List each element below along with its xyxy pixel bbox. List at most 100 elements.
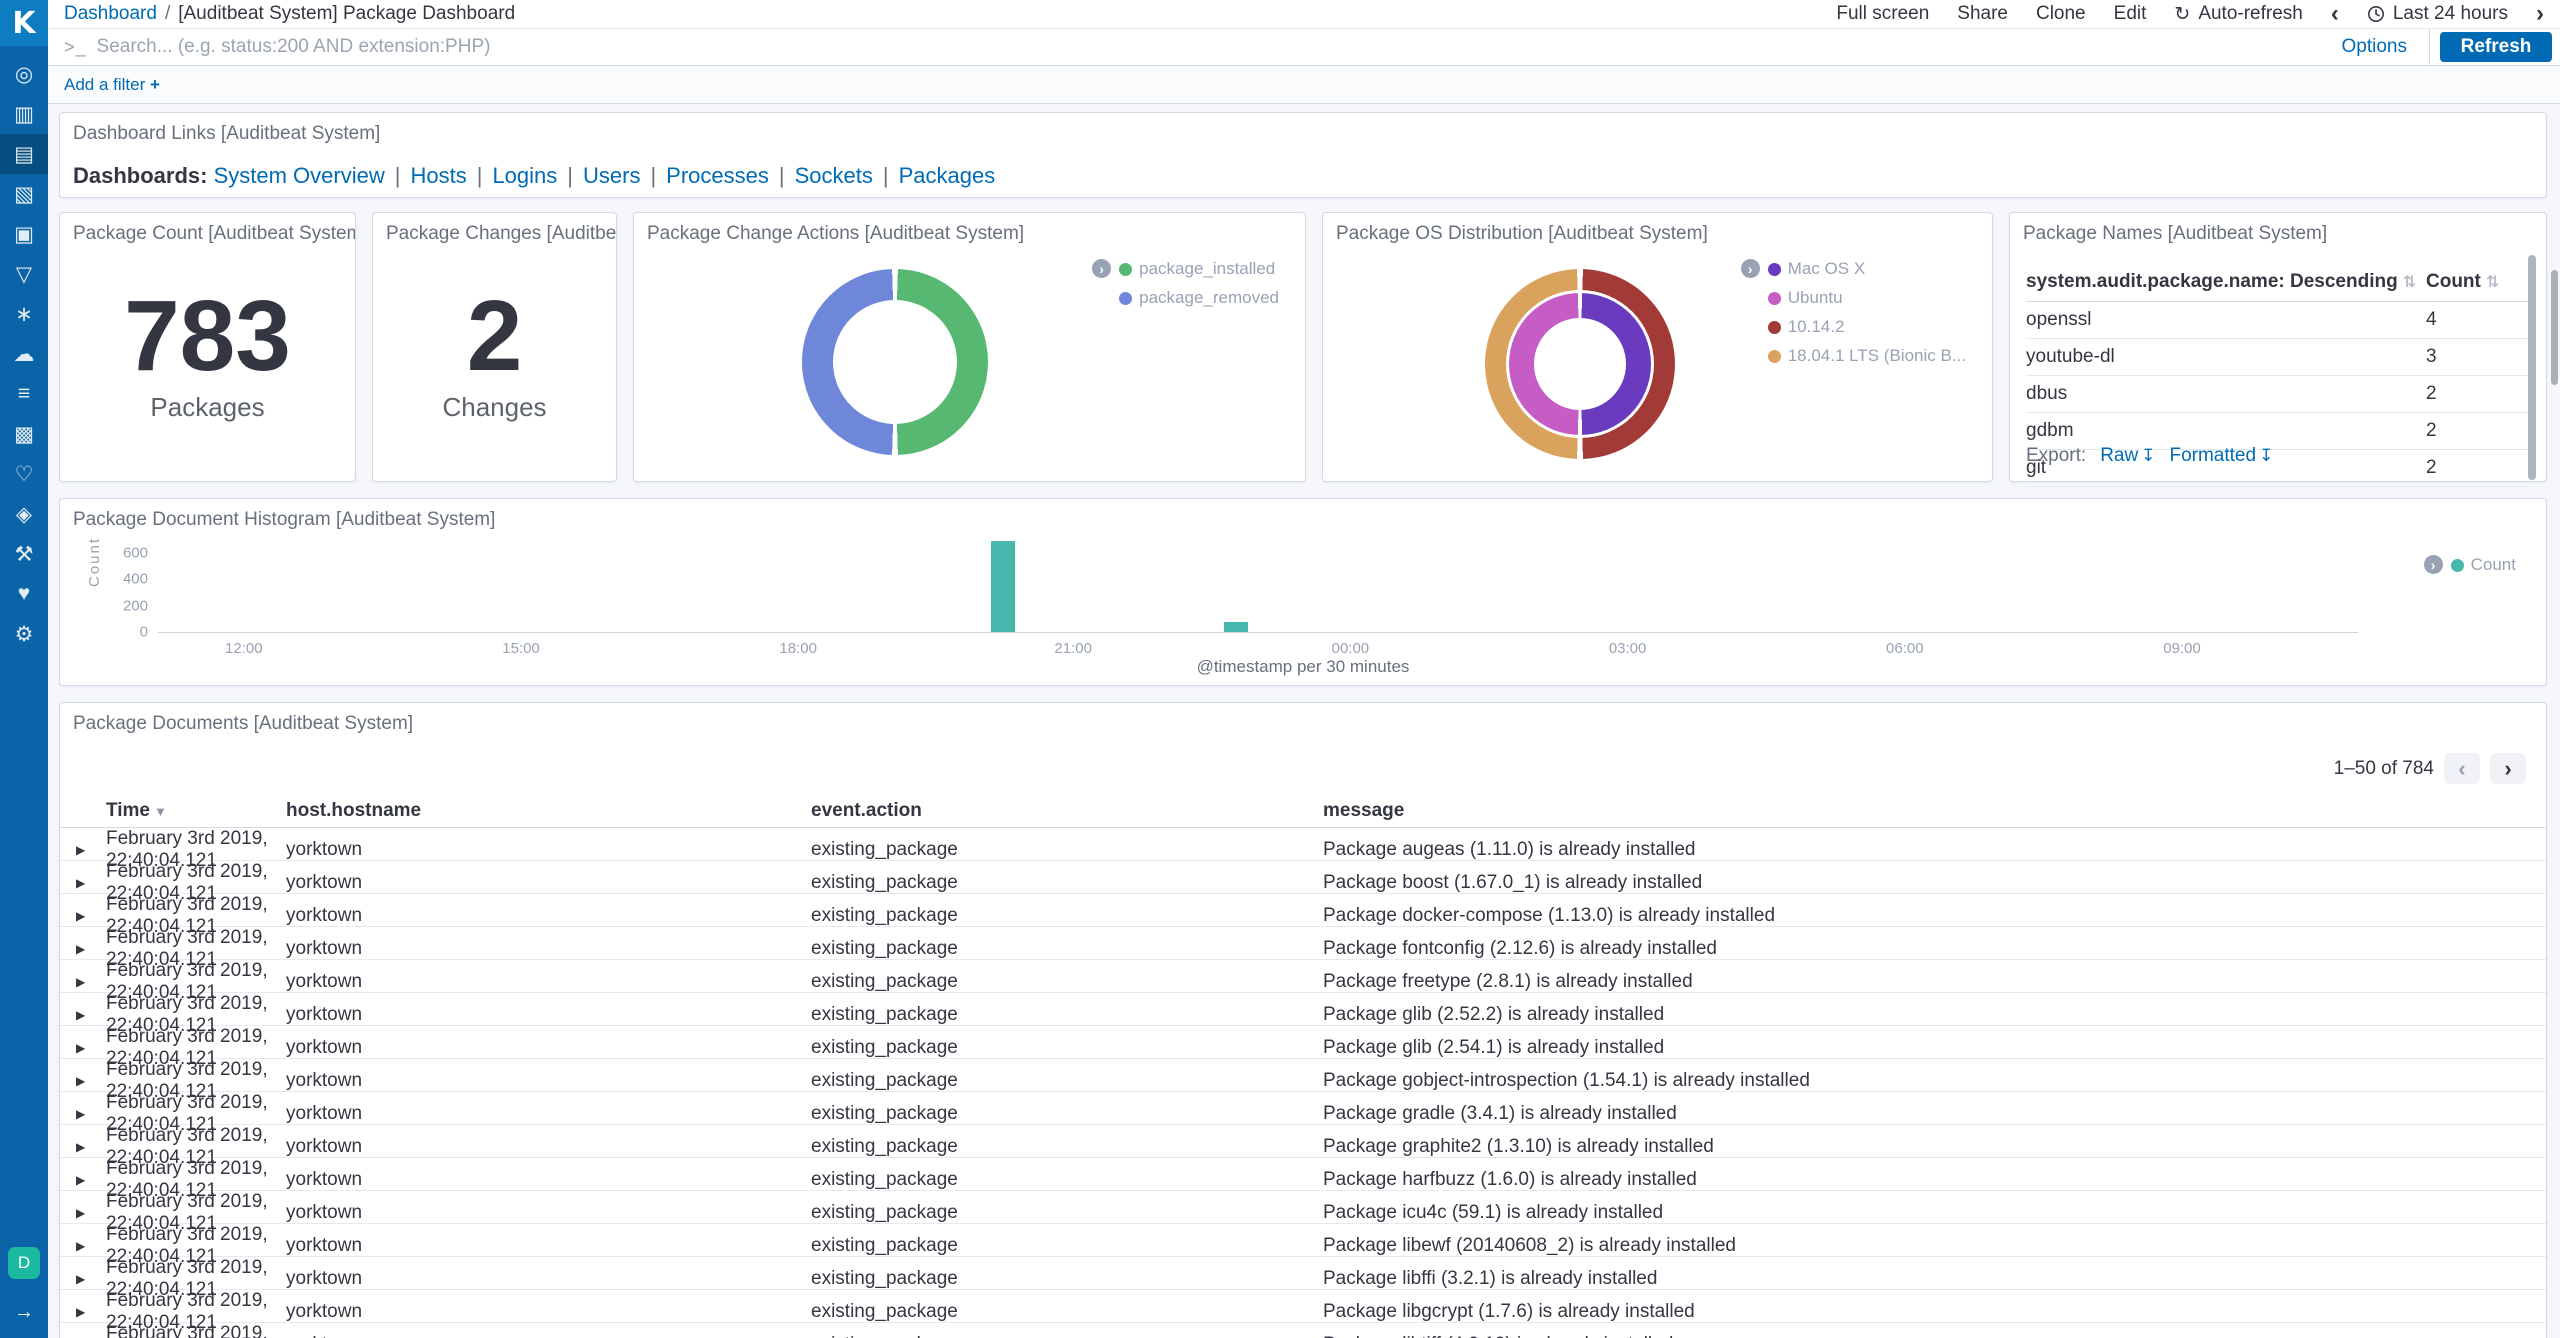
sidebar-item-apm[interactable]: ☁ xyxy=(0,334,48,374)
column-header-time[interactable]: Time▼ xyxy=(106,800,286,822)
package-name-row[interactable]: openssl4 xyxy=(2026,302,2530,339)
expand-row-icon[interactable]: ▶ xyxy=(70,942,106,956)
time-forward-button[interactable]: › xyxy=(2536,2,2544,26)
legend-item[interactable]: Mac OS X xyxy=(1768,259,1966,279)
document-row[interactable]: ▶February 3rd 2019, 22:40:04.121yorktown… xyxy=(60,1191,2546,1224)
next-page-button[interactable]: › xyxy=(2490,753,2526,784)
column-header-name[interactable]: system.audit.package.name: Descending⇅ xyxy=(2026,271,2426,293)
expand-row-icon[interactable]: ▶ xyxy=(70,1239,106,1253)
dashboard-link-logins[interactable]: Logins xyxy=(492,163,557,188)
query-options-link[interactable]: Options xyxy=(2320,36,2429,58)
sidebar-item-infrastructure[interactable]: ▩ xyxy=(0,414,48,454)
legend-toggle-icon[interactable]: › xyxy=(1741,259,1760,278)
dashboard-link-users[interactable]: Users xyxy=(583,163,640,188)
legend-item[interactable]: 18.04.1 LTS (Bionic B... xyxy=(1768,346,1966,366)
export-formatted-link[interactable]: Formatted↧ xyxy=(2169,445,2273,467)
expand-row-icon[interactable]: ▶ xyxy=(70,1206,106,1220)
expand-row-icon[interactable]: ▶ xyxy=(70,1107,106,1121)
package-name-row[interactable]: youtube-dl3 xyxy=(2026,339,2530,376)
menu-clone[interactable]: Clone xyxy=(2036,3,2086,25)
sidebar-item-uptime[interactable]: ♡ xyxy=(0,454,48,494)
expand-row-icon[interactable]: ▶ xyxy=(70,1074,106,1088)
sort-icon[interactable]: ⇅ xyxy=(2486,274,2499,291)
sidebar-item-dev-tools[interactable]: ⚒ xyxy=(0,534,48,574)
column-header-count[interactable]: Count⇅ xyxy=(2426,271,2516,293)
expand-row-icon[interactable]: ▶ xyxy=(70,1272,106,1286)
document-row[interactable]: ▶February 3rd 2019, 22:40:04.121yorktown… xyxy=(60,1026,2546,1059)
dashboard-link-system-overview[interactable]: System Overview xyxy=(214,163,385,188)
legend-item[interactable]: Ubuntu xyxy=(1768,288,1966,308)
package-name-row[interactable]: dbus2 xyxy=(2026,376,2530,413)
sidebar-item-monitoring[interactable]: ♥ xyxy=(0,574,48,614)
page-scrollbar[interactable] xyxy=(2551,270,2558,385)
document-row[interactable]: ▶February 3rd 2019, 22:40:04.121yorktown… xyxy=(60,993,2546,1026)
document-row[interactable]: ▶February 3rd 2019, 22:40:04.121yorktown… xyxy=(60,1224,2546,1257)
document-row[interactable]: ▶February 3rd 2019, 22:40:04.121yorktown… xyxy=(60,1092,2546,1125)
legend-item[interactable]: Count xyxy=(2451,555,2516,575)
export-raw-link[interactable]: Raw↧ xyxy=(2100,445,2155,467)
column-header-event-action[interactable]: event.action xyxy=(811,800,1323,822)
sidebar-item-dashboard[interactable]: ▤ xyxy=(0,134,48,174)
dashboard-link-processes[interactable]: Processes xyxy=(666,163,769,188)
sidebar-item-graph[interactable]: ∗ xyxy=(0,294,48,334)
menu-share[interactable]: Share xyxy=(1957,3,2008,25)
expand-row-icon[interactable]: ▶ xyxy=(70,1041,106,1055)
time-back-button[interactable]: ‹ xyxy=(2331,2,2339,26)
sidebar-collapse-icon[interactable]: → xyxy=(14,1301,34,1324)
refresh-button[interactable]: Refresh xyxy=(2440,32,2552,62)
expand-row-icon[interactable]: ▶ xyxy=(70,1140,106,1154)
sidebar-item-siem[interactable]: ◈ xyxy=(0,494,48,534)
document-row[interactable]: ▶February 3rd 2019, 22:40:04.121yorktown… xyxy=(60,1158,2546,1191)
space-badge[interactable]: D xyxy=(8,1247,40,1279)
sidebar-item-machine-learning[interactable]: ▽ xyxy=(0,254,48,294)
search-input[interactable] xyxy=(97,36,2320,58)
document-row[interactable]: ▶February 3rd 2019, 22:40:04.121yorktown… xyxy=(60,1323,2546,1338)
histogram-plot-area[interactable]: 020040060012:0015:0018:0021:0000:0003:00… xyxy=(158,541,2358,633)
kibana-logo[interactable]: K xyxy=(0,0,48,46)
legend-item[interactable]: package_installed xyxy=(1119,259,1279,279)
sidebar-item-logs[interactable]: ≡ xyxy=(0,374,48,414)
sidebar-item-canvas[interactable]: ▧ xyxy=(0,174,48,214)
dashboard-link-hosts[interactable]: Hosts xyxy=(410,163,466,188)
dashboard-link-packages[interactable]: Packages xyxy=(899,163,996,188)
sidebar-item-discover[interactable]: ◎ xyxy=(0,54,48,94)
sidebar-item-visualize[interactable]: ▥ xyxy=(0,94,48,134)
names-panel-scrollbar[interactable] xyxy=(2528,255,2536,480)
legend-item[interactable]: 10.14.2 xyxy=(1768,317,1966,337)
document-row[interactable]: ▶February 3rd 2019, 22:40:04.121yorktown… xyxy=(60,894,2546,927)
legend-toggle-icon[interactable]: › xyxy=(1092,259,1111,278)
document-row[interactable]: ▶February 3rd 2019, 22:40:04.121yorktown… xyxy=(60,861,2546,894)
os-distribution-donut-chart[interactable] xyxy=(1485,269,1675,459)
histogram-bar[interactable] xyxy=(1224,622,1248,633)
histogram-bar[interactable] xyxy=(991,541,1015,632)
column-header-message[interactable]: message xyxy=(1323,800,2546,822)
legend-toggle-icon[interactable]: › xyxy=(2424,555,2443,574)
expand-row-icon[interactable]: ▶ xyxy=(70,1008,106,1022)
auto-refresh-button[interactable]: ↻ Auto-refresh xyxy=(2174,3,2302,26)
previous-page-button[interactable]: ‹ xyxy=(2444,753,2480,784)
expand-row-icon[interactable]: ▶ xyxy=(70,909,106,923)
dashboard-link-sockets[interactable]: Sockets xyxy=(795,163,873,188)
time-range-picker[interactable]: Last 24 hours xyxy=(2367,3,2508,25)
sidebar-item-maps[interactable]: ▣ xyxy=(0,214,48,254)
document-row[interactable]: ▶February 3rd 2019, 22:40:04.121yorktown… xyxy=(60,927,2546,960)
add-filter-button[interactable]: Add a filter + xyxy=(64,75,160,95)
column-header-hostname[interactable]: host.hostname xyxy=(286,800,811,822)
menu-edit[interactable]: Edit xyxy=(2114,3,2147,25)
document-row[interactable]: ▶February 3rd 2019, 22:40:04.121yorktown… xyxy=(60,960,2546,993)
document-row[interactable]: ▶February 3rd 2019, 22:40:04.121yorktown… xyxy=(60,828,2546,861)
document-row[interactable]: ▶February 3rd 2019, 22:40:04.121yorktown… xyxy=(60,1290,2546,1323)
menu-full-screen[interactable]: Full screen xyxy=(1836,3,1929,25)
document-row[interactable]: ▶February 3rd 2019, 22:40:04.121yorktown… xyxy=(60,1125,2546,1158)
breadcrumb-dashboard-link[interactable]: Dashboard xyxy=(64,3,157,25)
change-actions-donut-chart[interactable] xyxy=(802,269,988,455)
expand-row-icon[interactable]: ▶ xyxy=(70,876,106,890)
sidebar-item-management[interactable]: ⚙ xyxy=(0,614,48,654)
expand-row-icon[interactable]: ▶ xyxy=(70,843,106,857)
legend-item[interactable]: package_removed xyxy=(1119,288,1279,308)
expand-row-icon[interactable]: ▶ xyxy=(70,1305,106,1319)
document-row[interactable]: ▶February 3rd 2019, 22:40:04.121yorktown… xyxy=(60,1257,2546,1290)
document-row[interactable]: ▶February 3rd 2019, 22:40:04.121yorktown… xyxy=(60,1059,2546,1092)
sort-icon[interactable]: ⇅ xyxy=(2403,274,2416,291)
expand-row-icon[interactable]: ▶ xyxy=(70,975,106,989)
